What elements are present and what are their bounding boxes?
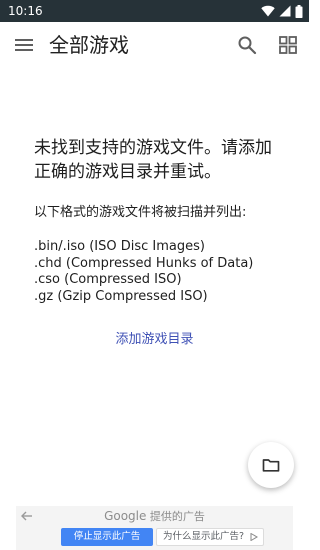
wifi-icon: [261, 5, 275, 17]
grid-view-button[interactable]: [276, 33, 300, 57]
status-icons: [261, 3, 303, 19]
format-item: .gz (Gzip Compressed ISO): [34, 288, 208, 304]
why-this-ad-label: 为什么显示此广告?: [163, 531, 245, 542]
formats-list: .bin/.iso (ISO Disc Images) .chd (Compre…: [34, 239, 284, 305]
empty-message: 未找到支持的游戏文件。请添加正确的游戏目录并重试。: [34, 138, 272, 182]
page-title: 全部游戏: [49, 33, 129, 57]
search-icon: [238, 36, 257, 55]
stop-showing-ad-button[interactable]: 停止显示此广告: [61, 528, 153, 546]
status-bar: 10:16: [0, 0, 309, 22]
ad-header: Google 提供的广告: [16, 509, 293, 524]
app-bar: 全部游戏: [0, 22, 309, 68]
grid-view-icon: [279, 36, 297, 54]
battery-icon: [295, 4, 303, 18]
ad-banner: Google 提供的广告 停止显示此广告 为什么显示此广告?: [16, 506, 293, 550]
format-item: .bin/.iso (ISO Disc Images): [34, 239, 205, 254]
formats-intro: 以下格式的游戏文件将被扫描并列出:: [34, 205, 247, 220]
folder-icon: [262, 459, 280, 472]
empty-state: 未找到支持的游戏文件。请添加正确的游戏目录并重试。 以下格式的游戏文件将被扫描并…: [34, 136, 284, 305]
add-game-directory-button[interactable]: 添加游戏目录: [0, 331, 309, 349]
menu-button[interactable]: [12, 33, 36, 57]
format-item: .chd (Compressed Hunks of Data): [34, 255, 254, 271]
ad-header-text: 提供的广告: [149, 510, 205, 523]
play-arrow-icon: [250, 533, 258, 541]
search-button[interactable]: [235, 33, 259, 57]
folder-fab-button[interactable]: [248, 442, 294, 488]
status-time: 10:16: [8, 4, 43, 18]
menu-icon: [15, 39, 33, 51]
google-logo-text: Google: [104, 509, 147, 523]
format-item: .cso (Compressed ISO): [34, 272, 182, 287]
cellular-signal-icon: [279, 5, 291, 17]
why-this-ad-button[interactable]: 为什么显示此广告?: [156, 528, 264, 546]
